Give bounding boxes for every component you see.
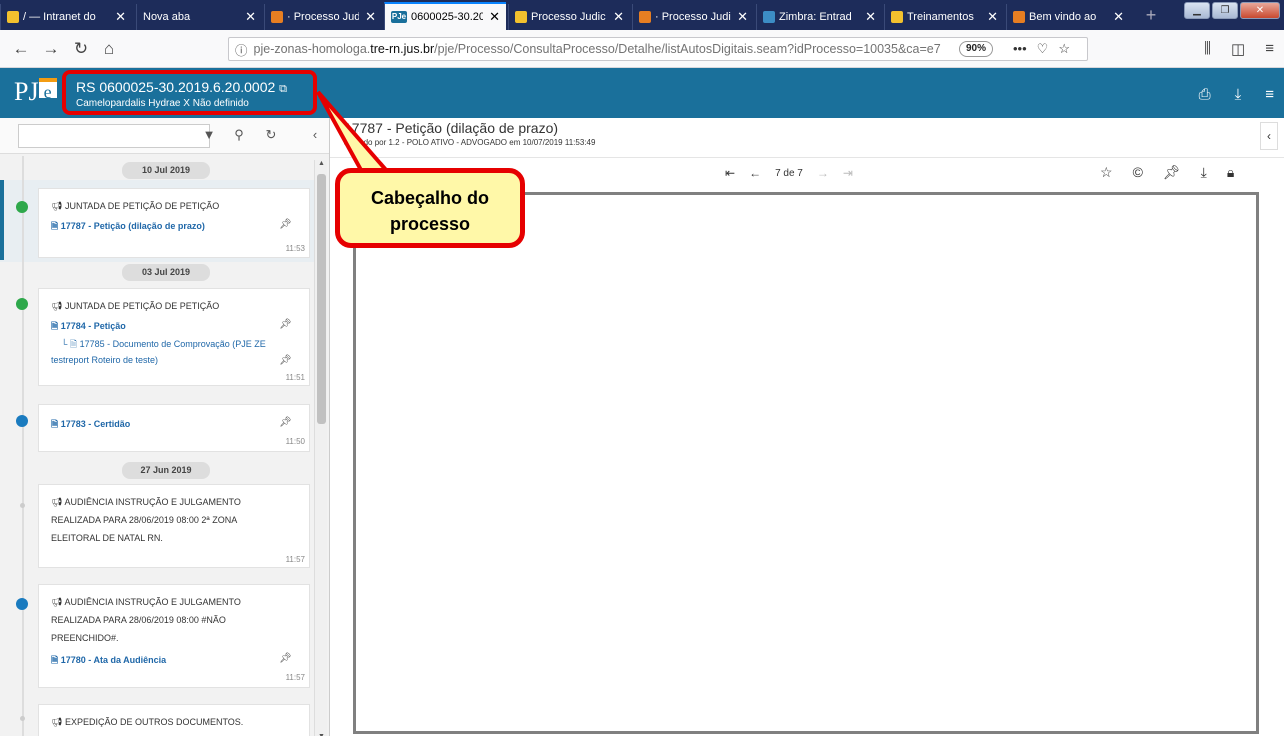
timeline-event[interactable]: 📢︎ AUDIÊNCIA INSTRUÇÃO E JULGAMENTO REAL… — [38, 584, 310, 688]
document-icon: 🗎 — [69, 339, 78, 349]
document-viewer[interactable] — [353, 192, 1259, 734]
document-link[interactable]: 🗎 17784 - Petição — [51, 319, 126, 335]
expand-right-icon[interactable]: ‹ — [1260, 122, 1278, 150]
timeline-event[interactable]: 🗎 17783 - Certidão 📌︎ 11:50 — [38, 404, 310, 452]
megaphone-icon: 📢︎ — [51, 717, 63, 727]
document-pager: ⇤ ← 7 de 7 → ⇥ — [725, 166, 853, 180]
event-dot — [20, 716, 25, 721]
zimbra-icon — [763, 11, 775, 23]
pin-icon[interactable]: 📌︎ — [279, 417, 292, 428]
close-tab-icon[interactable]: ✕ — [1113, 9, 1124, 25]
page-actions-icon[interactable]: ••• — [1013, 41, 1027, 57]
lock-icon[interactable]: 🔒︎ — [1227, 164, 1234, 181]
page-indicator: 7 de 7 — [775, 167, 803, 179]
megaphone-icon: 📢︎ — [51, 301, 63, 311]
browser-tab[interactable]: Treinamentos ✕ — [884, 4, 1004, 30]
pin-icon[interactable]: 📌︎ — [279, 355, 292, 366]
close-tab-icon[interactable]: ✕ — [987, 9, 998, 25]
pin-icon[interactable]: 📌︎ — [1163, 164, 1181, 181]
close-tab-icon[interactable]: ✕ — [613, 9, 624, 25]
pin-icon[interactable]: 📌︎ — [279, 319, 292, 330]
pocket-icon[interactable]: ♡ — [1037, 41, 1049, 57]
site-icon — [1013, 11, 1025, 23]
first-page-icon[interactable]: ⇤ — [725, 166, 735, 180]
last-page-icon[interactable]: ⇥ — [843, 166, 853, 180]
event-dot — [16, 598, 28, 610]
sidebar-icon[interactable]: ◫ — [1231, 40, 1245, 58]
browser-tab[interactable]: Bem vindo ao ✕ — [1006, 4, 1130, 30]
minimize-button[interactable]: ▁ — [1184, 2, 1210, 19]
maximize-button[interactable]: ❐ — [1212, 2, 1238, 19]
callout-box: Cabeçalho do processo — [335, 168, 525, 248]
window-controls: ▁ ❐ ✕ — [1184, 2, 1280, 19]
print-icon[interactable]: ⎙ — [1199, 86, 1211, 103]
menu-icon[interactable]: ≡ — [1265, 86, 1274, 103]
timeline-event[interactable]: 📢︎ JUNTADA DE PETIÇÃO DE PETIÇÃO 🗎 17784… — [38, 288, 310, 386]
document-link[interactable]: 🗎 17783 - Certidão — [51, 417, 130, 433]
copyright-icon[interactable]: © — [1133, 164, 1143, 181]
close-window-button[interactable]: ✕ — [1240, 2, 1280, 19]
site-icon — [891, 11, 903, 23]
site-icon — [639, 11, 651, 23]
pin-icon[interactable]: 📌︎ — [279, 653, 292, 664]
bookmark-star-icon[interactable]: ☆ — [1058, 41, 1070, 57]
download-icon[interactable]: ⤓ — [1201, 164, 1207, 181]
library-icon[interactable]: ⫼ — [1204, 40, 1211, 58]
date-badge: 03 Jul 2019 — [122, 264, 210, 281]
document-link[interactable]: 🗎 17780 - Ata da Audiência — [51, 653, 166, 669]
zoom-level[interactable]: 90% — [959, 41, 994, 57]
menu-icon[interactable]: ≡ — [1265, 40, 1274, 58]
megaphone-icon: 📢︎ — [51, 597, 63, 607]
favorite-star-icon[interactable]: ☆ — [1100, 164, 1113, 181]
download-icon[interactable]: ⤓ — [1235, 86, 1242, 103]
event-dot — [20, 503, 25, 508]
date-badge: 27 Jun 2019 — [122, 462, 210, 479]
megaphone-icon: 📢︎ — [51, 497, 63, 507]
next-page-icon[interactable]: → — [817, 166, 829, 180]
browser-tab[interactable]: · Processo Judic ✕ — [632, 4, 754, 30]
event-dot — [16, 415, 28, 427]
close-tab-icon[interactable]: ✕ — [865, 9, 876, 25]
timeline-event[interactable]: 📢︎ EXPEDIÇÃO DE OUTROS DOCUMENTOS. — [38, 704, 310, 736]
prev-page-icon[interactable]: ← — [749, 166, 761, 180]
timeline-event[interactable]: 📢︎ AUDIÊNCIA INSTRUÇÃO E JULGAMENTO REAL… — [38, 484, 310, 568]
browser-tab[interactable]: Zimbra: Entrad ✕ — [756, 4, 882, 30]
document-icon: 🗎 — [51, 321, 59, 331]
event-dot — [16, 298, 28, 310]
new-tab-button[interactable]: + — [1134, 4, 1168, 28]
sub-document-link[interactable]: └ 🗎 17785 - Documento de Comprovação (PJ… — [61, 337, 266, 353]
document-icon: 🗎 — [51, 419, 59, 429]
document-icon: 🗎 — [51, 655, 59, 665]
close-tab-icon[interactable]: ✕ — [737, 9, 748, 25]
